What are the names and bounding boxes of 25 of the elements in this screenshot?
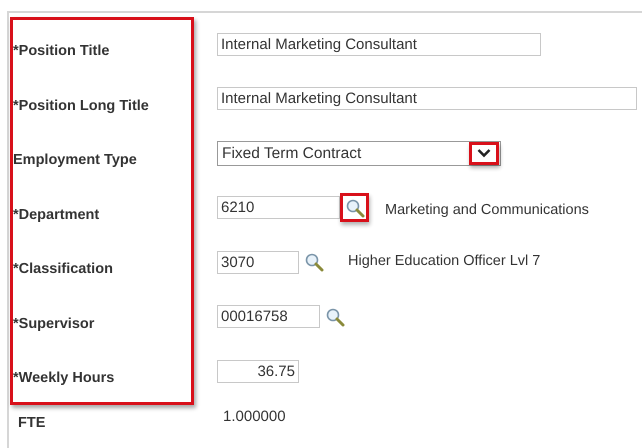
text-field[interactable]: 6210: [217, 196, 340, 220]
text-field[interactable]: Internal Marketing Consultant: [217, 87, 637, 110]
field-label: FTE: [17, 414, 46, 433]
field-label: *Position Long Title: [13, 96, 149, 116]
text-field[interactable]: 3070: [217, 250, 299, 274]
dropdown-value: Fixed Term Contract: [222, 144, 362, 164]
text-field[interactable]: Internal Marketing Consultant: [217, 32, 541, 56]
dropdown-field[interactable]: Fixed Term Contract: [217, 140, 501, 166]
field-label: *Position Title: [13, 42, 110, 62]
field-label: *Department: [13, 206, 100, 225]
description-text: Marketing and Communications: [385, 200, 589, 220]
field-label: Employment Type: [13, 151, 137, 170]
description-text: Higher Education Officer Lvl 7: [348, 252, 540, 272]
chevron-down-icon: [477, 148, 491, 158]
search-icon: [344, 198, 364, 218]
field-label: *Supervisor: [13, 314, 94, 334]
value-text: 1.000000: [222, 407, 286, 428]
lookup-button[interactable]: [340, 193, 369, 222]
search-icon: [304, 252, 324, 272]
dropdown-button[interactable]: [469, 142, 499, 165]
field-label: *Classification: [13, 260, 113, 280]
text-field[interactable]: 00016758: [217, 305, 320, 328]
field-label: *Weekly Hours: [13, 369, 114, 388]
search-icon: [324, 306, 344, 327]
number-field[interactable]: 36.75: [217, 360, 299, 383]
